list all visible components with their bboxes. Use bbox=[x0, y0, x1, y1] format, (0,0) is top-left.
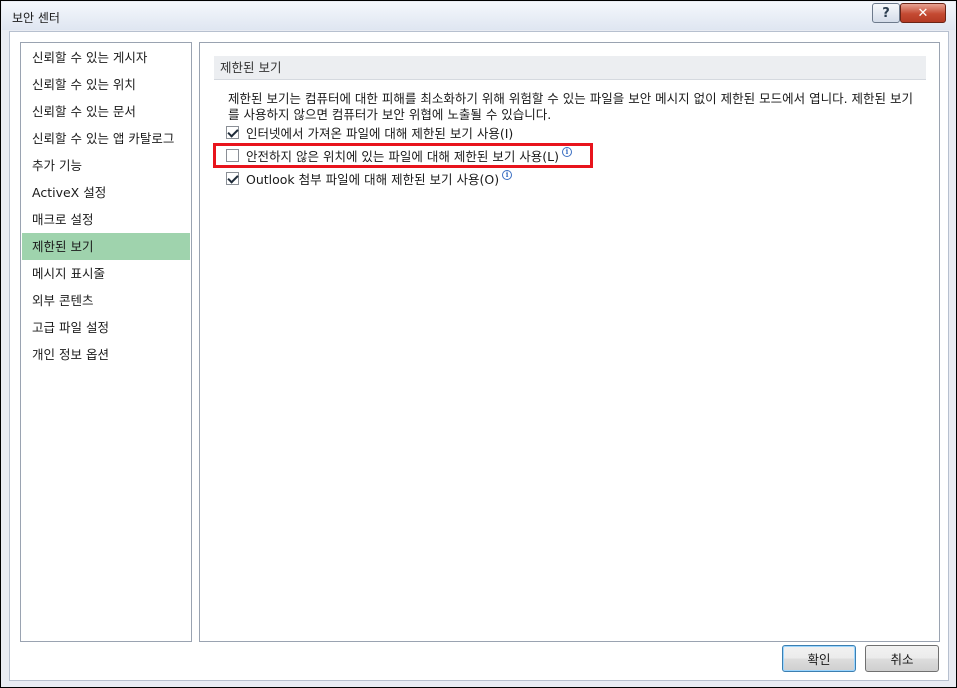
nav-item-protected-view[interactable]: 제한된 보기 bbox=[22, 233, 190, 260]
checkbox-internet-files[interactable] bbox=[226, 125, 239, 139]
help-button[interactable]: ? bbox=[872, 3, 900, 23]
nav-item-macro-settings[interactable]: 매크로 설정 bbox=[22, 206, 190, 233]
option-label: 인터넷에서 가져온 파일에 대해 제한된 보기 사용(I) bbox=[246, 125, 514, 141]
nav-item-file-block-settings[interactable]: 고급 파일 설정 bbox=[22, 314, 190, 341]
settings-content: 제한된 보기 제한된 보기는 컴퓨터에 대한 피해를 최소화하기 위해 위험할 … bbox=[199, 42, 940, 642]
ok-button[interactable]: 확인 bbox=[782, 645, 856, 672]
info-icon[interactable]: i bbox=[502, 170, 513, 180]
nav-item-activex-settings[interactable]: ActiveX 설정 bbox=[22, 179, 190, 206]
category-nav: 신뢰할 수 있는 게시자 신뢰할 수 있는 위치 신뢰할 수 있는 문서 신뢰할… bbox=[20, 42, 192, 642]
nav-item-trusted-app-catalogs[interactable]: 신뢰할 수 있는 앱 카탈로그 bbox=[22, 125, 190, 152]
nav-item-privacy-options[interactable]: 개인 정보 옵션 bbox=[22, 341, 190, 368]
window-title: 보안 센터 bbox=[12, 11, 60, 25]
nav-item-add-ins[interactable]: 추가 기능 bbox=[22, 152, 190, 179]
nav-item-message-bar[interactable]: 메시지 표시줄 bbox=[22, 260, 190, 287]
trust-center-dialog: 보안 센터 ? ✕ 신뢰할 수 있는 게시자 신뢰할 수 있는 위치 신뢰할 수… bbox=[0, 0, 957, 688]
nav-item-trusted-publishers[interactable]: 신뢰할 수 있는 게시자 bbox=[22, 44, 190, 71]
option-internet-files[interactable]: 인터넷에서 가져온 파일에 대해 제한된 보기 사용(I) bbox=[226, 123, 513, 141]
cancel-button[interactable]: 취소 bbox=[865, 645, 939, 672]
nav-item-trusted-locations[interactable]: 신뢰할 수 있는 위치 bbox=[22, 71, 190, 98]
checkbox-outlook-attachments[interactable] bbox=[226, 171, 239, 185]
section-title: 제한된 보기 bbox=[214, 56, 926, 80]
nav-item-external-content[interactable]: 외부 콘텐츠 bbox=[22, 287, 190, 314]
close-button[interactable]: ✕ bbox=[900, 3, 946, 23]
option-outlook-attachments[interactable]: Outlook 첨부 파일에 대해 제한된 보기 사용(O) i bbox=[226, 169, 513, 187]
dialog-body: 신뢰할 수 있는 게시자 신뢰할 수 있는 위치 신뢰할 수 있는 문서 신뢰할… bbox=[9, 31, 949, 681]
option-label: Outlook 첨부 파일에 대해 제한된 보기 사용(O) bbox=[246, 171, 500, 187]
nav-item-trusted-documents[interactable]: 신뢰할 수 있는 문서 bbox=[22, 98, 190, 125]
section-description: 제한된 보기는 컴퓨터에 대한 피해를 최소화하기 위해 위험할 수 있는 파일… bbox=[228, 91, 913, 122]
title-bar[interactable]: 보안 센터 ? ✕ bbox=[2, 2, 955, 30]
highlight-annotation bbox=[213, 143, 593, 168]
